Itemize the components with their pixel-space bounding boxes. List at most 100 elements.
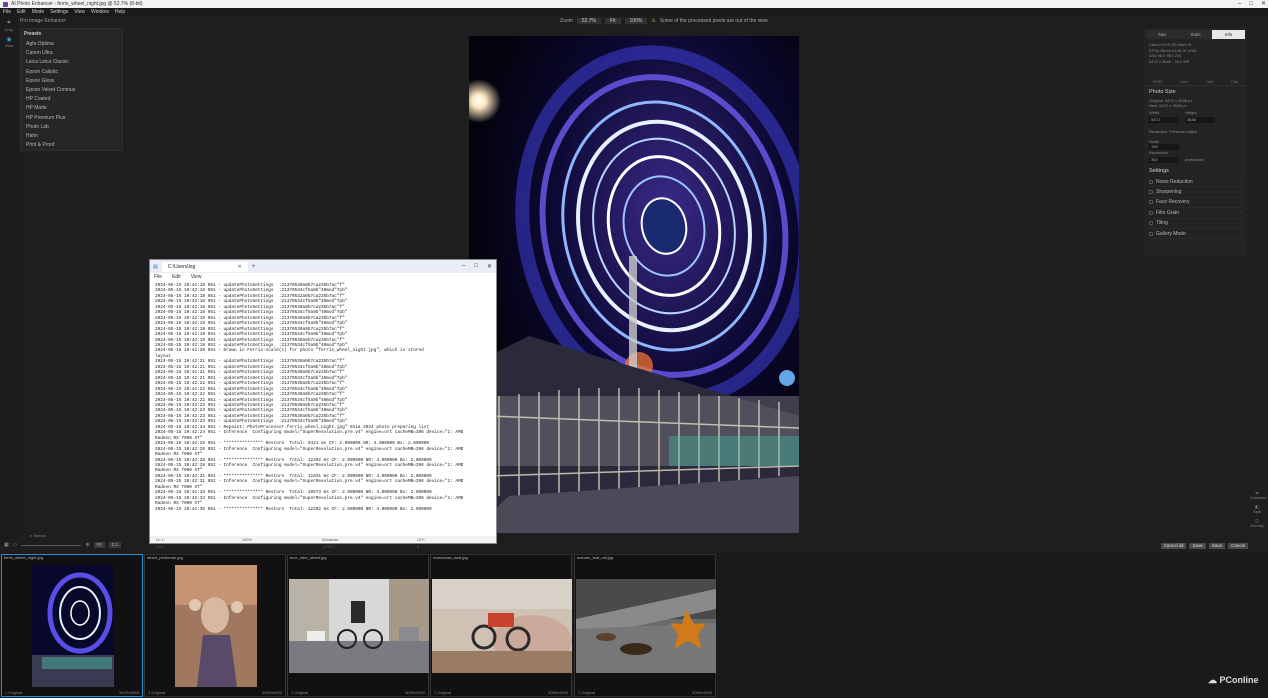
preset-item[interactable]: Epson Caliptic [24,68,119,77]
mode-hist[interactable]: Hist [1206,79,1213,84]
maximize-icon[interactable]: □ [474,263,478,270]
mode-clip[interactable]: Clip [1231,79,1238,84]
setting-face-recovery[interactable]: Face Recovery › [1149,198,1242,209]
left-toolbar: ⌗ Crop ◉ View [0,16,18,546]
image-preview[interactable] [469,36,799,533]
setting-film-grain[interactable]: Film Grain › [1149,208,1242,219]
notepad-window-controls: – □ ✕ [462,263,496,270]
thumbnail-image [289,579,429,673]
menu-mode[interactable]: Mode [32,9,45,15]
photo-size-title[interactable]: Photo Size [1149,89,1242,95]
filmstrip-view-icon[interactable]: ▭ [13,542,18,548]
filmstrip: ferris_wheel_night.jpg 1 Original 5472x3… [0,553,1268,698]
setting-sharpening[interactable]: Sharpening › [1149,187,1242,198]
height-field[interactable]: 3648 [1185,117,1215,123]
zoom-in-icon[interactable]: ⊕ [85,542,89,548]
notepad-tabbar: ▤ C:\Users\log ✕ + – □ ✕ [150,260,496,273]
menu-help[interactable]: Help [115,9,125,15]
view-tool[interactable]: ◉ View [3,36,15,48]
actual-size-button[interactable]: 100% [624,18,648,24]
fit-button[interactable]: Fit [604,18,621,24]
preset-item[interactable]: Epson Gloss [24,77,119,86]
setting-label: Noise Reduction [1156,178,1193,185]
thumbnail-filename: street_performer.jpg [147,555,183,560]
toggle-icon [1149,231,1153,236]
preset-item[interactable]: Photo Lab [24,123,119,132]
menu-window[interactable]: Window [91,9,109,15]
search-icon: ⌕ [30,533,33,538]
preset-item[interactable]: Leica Leica Classic [24,58,119,67]
close-icon[interactable]: ✕ [1261,0,1266,8]
thumbnail[interactable]: motocross_dust.jpg 1 Original 6000x4000 [430,554,572,697]
compare-tool[interactable]: ⇆ Compare [1250,490,1266,500]
new-tab-icon[interactable]: + [252,264,256,270]
preset-item[interactable]: HP Coated [24,95,119,104]
crop-icon: ⌗ [7,20,11,26]
mode-rgb[interactable]: RGB [1153,79,1162,84]
setting-noise-reduction[interactable]: Noise Reduction › [1149,177,1242,188]
close-tab-icon[interactable]: ✕ [238,262,242,272]
preset-item[interactable]: Agfa Optima [24,40,119,49]
minimize-icon[interactable]: – [462,263,465,270]
setting-tiling[interactable]: Tiling › [1149,219,1242,229]
width-field[interactable]: 5472 [1149,117,1179,123]
minimize-icon[interactable]: – [1238,0,1241,8]
save-button[interactable]: Save [1189,543,1206,549]
preset-item[interactable]: HP Matte [24,104,119,113]
overlay-tool[interactable]: ◫ Overlay [1250,518,1264,528]
preset-item[interactable]: Hahn [24,132,119,141]
save-as-button[interactable]: Save [1208,543,1225,549]
thumbnail[interactable]: autumn_leaf_rail.jpg 1 Original 6000x400… [574,554,716,697]
cancel-all-button[interactable]: Cancel all [1160,543,1187,549]
resample-select[interactable]: Resample: Preserve edges [1149,129,1242,134]
preset-item[interactable]: HP Premium Plus [24,114,119,123]
log-line: 2024-05-15 10:42:35 051 - **************… [155,506,432,512]
cancel-button[interactable]: Cancel [1227,543,1248,549]
preset-item[interactable]: Print & Proof [24,141,119,150]
resolution-field[interactable]: 300 [1149,157,1179,163]
tab-info[interactable]: Info [1212,30,1245,39]
fit-thumb-button[interactable]: Fit [93,542,105,548]
setting-gallery-mode[interactable]: Gallery Mode › [1149,229,1242,240]
toggle-icon [1149,210,1153,215]
maximize-icon[interactable]: □ [1249,0,1253,8]
thumbnail[interactable]: ferris_wheel_night.jpg 1 Original 5472x3… [1,554,143,697]
menu-file[interactable]: File [3,9,11,15]
close-icon[interactable]: ✕ [487,263,492,270]
menu-view[interactable]: View [74,9,85,15]
menu-edit[interactable]: Edit [17,9,26,15]
grid-view-icon[interactable]: ▦ [4,542,9,548]
log-line: 2024-05-15 10:42:26 051 - Inference Conf… [155,446,464,452]
street-performer-thumb [175,565,257,687]
menu-settings[interactable]: Settings [50,9,68,15]
photo-size-line: New: 5472 x 3648 px [1149,103,1187,108]
search-input[interactable]: Search [33,533,46,538]
toggle-icon [1149,200,1153,205]
thumbnail[interactable]: bmx_rider_street.jpg 1 Original 6000x400… [287,554,429,697]
height-label: Height [1185,110,1197,115]
tab-nav[interactable]: Nav [1146,30,1179,39]
notepad-tab[interactable]: C:\Users\log ✕ [161,261,248,272]
thumbnail-image [432,579,572,673]
tab-stats[interactable]: Stats [1179,30,1212,39]
notepad-menu-view[interactable]: View [191,273,202,281]
presets-heading[interactable]: Presets [24,31,119,37]
settings-title[interactable]: Settings [1149,168,1242,174]
crop-tool[interactable]: ⌗ Crop [3,20,15,32]
one-to-one-button[interactable]: 1:1 [108,542,121,548]
notepad-menu-file[interactable]: File [154,273,162,281]
autumn-leaf-thumb [576,579,716,673]
preset-item[interactable]: Epson Velvet Contrast [24,86,119,95]
split-tool[interactable]: ◧ Split [1250,504,1264,514]
resolution-unit-select[interactable]: pixels/inch [1185,157,1204,162]
thumbnail-label: 1 Original [434,690,452,695]
notepad-menu-edit[interactable]: Edit [172,273,181,281]
zoom-select[interactable]: 52.7% [576,18,601,24]
thumbnail[interactable]: street_performer.jpg 1 Original 4000x600… [144,554,286,697]
mode-lum[interactable]: Lum [1180,79,1188,84]
thumb-size-slider[interactable] [21,544,82,546]
thumbnail-filename: autumn_leaf_rail.jpg [577,555,614,560]
app-logo-icon [3,1,8,7]
log-text-area[interactable]: 2024-05-15 10:42:18 051 - updatePhotoSet… [150,281,496,532]
preset-item[interactable]: Canon Ultra [24,49,119,58]
